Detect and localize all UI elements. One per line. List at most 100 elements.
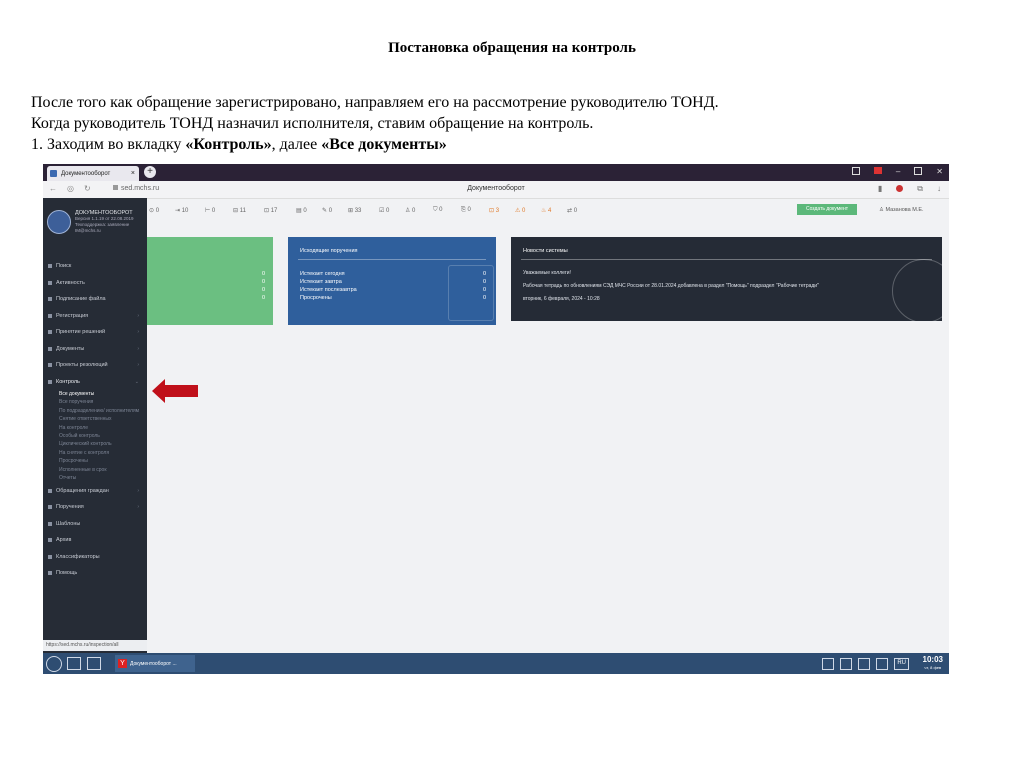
templates-icon	[48, 521, 52, 526]
status-url: https://sed.mchs.ru/inspection/all	[43, 640, 147, 651]
sidebar-item-templates[interactable]: Шаблоны	[43, 515, 147, 532]
volume-icon[interactable]	[858, 658, 871, 670]
counter-item[interactable]: ⇥ 10	[175, 207, 188, 214]
sidebar-menu: Поиск Активность Подписание файла Регист…	[43, 258, 147, 581]
sidebar-item-archive[interactable]: Архив	[43, 532, 147, 549]
sidebar-subitem[interactable]: Снятие ответственных	[43, 415, 147, 423]
bookmarks-icon[interactable]: ▮	[878, 184, 882, 194]
sidebar-subitem[interactable]: На контроле	[43, 424, 147, 432]
create-document-button[interactable]: Создать документ	[797, 204, 857, 215]
sidebar: ДОКУМЕНТООБОРОТ Версия 1.1.19 от 22.08.2…	[43, 198, 147, 653]
card-row: Истекает послезавтра 0	[300, 287, 486, 293]
counter-item[interactable]: ⊟ 11	[233, 207, 246, 214]
sidebar-subitem[interactable]: Отчеты	[43, 474, 147, 482]
user-name[interactable]: ♙ Мазанова М.Е.	[879, 207, 924, 213]
sidebar-subitem[interactable]: Все поручения	[43, 398, 147, 406]
page-title: Документооборот	[467, 185, 525, 192]
sidebar-subitem[interactable]: Просрочены	[43, 457, 147, 465]
incoming-assignments-card[interactable]: 0 0 0 0	[147, 237, 273, 325]
step-mid: , далее	[271, 136, 322, 153]
tab-close-icon[interactable]: ×	[131, 170, 135, 177]
sidebar-subitem[interactable]: Особый контроль	[43, 432, 147, 440]
clock-time: 10:03	[922, 655, 943, 664]
chevron-down-icon: ⌄	[134, 378, 139, 385]
instructions: После того как обращение зарегистрирован…	[31, 92, 719, 155]
display-icon[interactable]	[876, 658, 889, 670]
sidebar-subitem[interactable]: Исполненные в срок	[43, 466, 147, 474]
counter-item[interactable]: ☑ 0	[379, 207, 389, 214]
browser-tab[interactable]: Документооборот ×	[47, 166, 139, 181]
windows-icon[interactable]	[87, 657, 101, 670]
brand-support: Техподдержка: заявление	[75, 222, 130, 227]
outgoing-assignments-card[interactable]: Исходящие поручения Истекает сегодня 0 Ис…	[288, 237, 496, 325]
sidebar-item-documents[interactable]: Документы ›	[43, 341, 147, 358]
close-window-icon[interactable]: ✕	[936, 167, 943, 176]
window-controls: – ✕	[851, 167, 943, 176]
instruction-line-2: Когда руководитель ТОНД назначил исполни…	[31, 115, 594, 132]
sidebar-item-control[interactable]: Контроль ⌄	[43, 374, 147, 391]
counter-item[interactable]: ✎ 0	[322, 207, 332, 214]
sidebar-subitem[interactable]: По подразделению/ исполнителям	[43, 407, 147, 415]
sidebar-item-assignments[interactable]: Поручения ›	[43, 499, 147, 516]
news-date: вторник, 6 февраля, 2024 - 10:28	[523, 296, 600, 302]
download-icon[interactable]: ↓	[937, 184, 941, 194]
sidebar-item-classifiers[interactable]: Классификаторы	[43, 548, 147, 565]
documents-icon	[48, 346, 52, 351]
counter-item[interactable]: ⊢ 0	[205, 207, 215, 214]
news-greeting: Уважаемые коллеги!	[523, 270, 571, 276]
sidebar-item-search[interactable]: Поиск	[43, 258, 147, 275]
green-value: 0	[261, 287, 265, 293]
sidebar-item-decisions[interactable]: Принятие решений ›	[43, 324, 147, 341]
sidebar-item-registration[interactable]: Регистрация ›	[43, 308, 147, 325]
sidebar-subitem[interactable]: На снятие с контроля	[43, 449, 147, 457]
card-row: Истекает завтра 0	[300, 279, 486, 285]
taskbar-browser-task[interactable]: Y Документооборот ...	[115, 655, 195, 672]
counter-item[interactable]: ⊞ 33	[348, 207, 361, 214]
card-title: Исходящие поручения	[300, 248, 358, 254]
counter-item[interactable]: ⇄ 0	[567, 207, 577, 214]
sidebar-item-sign-file[interactable]: Подписание файла	[43, 291, 147, 308]
minimize-icon[interactable]: –	[896, 167, 900, 176]
system-news-card: Новости системы Уважаемые коллеги! Рабоч…	[511, 237, 942, 321]
keyboard-layout[interactable]: RU	[894, 658, 909, 670]
extension-icon[interactable]	[896, 185, 904, 192]
sidebar-item-activity[interactable]: Активность	[43, 275, 147, 292]
sidebar-item-help[interactable]: Помощь	[43, 565, 147, 582]
extensions-icon[interactable]: ⧉	[917, 184, 923, 194]
counter-item[interactable]: ⎘ 0	[461, 207, 471, 214]
counter-item[interactable]: ⛉ 0	[433, 207, 443, 214]
chevron-right-icon: ›	[137, 312, 139, 319]
news-text[interactable]: Рабочая тетрадь по обновлениям СЭД МЧС Р…	[523, 283, 819, 289]
sign-icon	[48, 297, 52, 302]
tab-title: Документооборот	[61, 170, 111, 177]
sidebar-subitem-all-documents[interactable]: Все документы	[43, 390, 147, 398]
counter-item[interactable]: ⊙ 0	[149, 207, 159, 214]
maximize-icon[interactable]	[914, 167, 923, 175]
counter-item[interactable]: ⊡ 17	[264, 207, 277, 214]
activity-icon	[48, 280, 52, 285]
counter-item[interactable]: ⊡ 3	[489, 207, 499, 214]
sidebar-item-citizen-appeals[interactable]: Обращения граждан ›	[43, 482, 147, 499]
network-icon[interactable]	[840, 658, 853, 670]
globe-icon	[892, 259, 942, 321]
resolution-icon	[48, 363, 52, 368]
step-subitem-name: «Все документы»	[321, 136, 447, 153]
counter-item[interactable]: ⚠ 0	[515, 207, 525, 214]
restore-icon[interactable]	[851, 167, 860, 175]
counter-item[interactable]: ▤ 0	[296, 207, 307, 214]
yandex-browser-icon: Y	[118, 659, 127, 668]
green-value: 0	[261, 295, 265, 301]
file-manager-icon[interactable]	[67, 657, 81, 670]
tray-arrow-icon[interactable]	[822, 658, 835, 670]
chevron-right-icon: ›	[137, 487, 139, 494]
counter-item[interactable]: ♙ 0	[405, 207, 415, 214]
system-tray: RU	[822, 658, 909, 670]
counter-item[interactable]: ♨ 4	[541, 207, 551, 214]
sidebar-subitem[interactable]: Циклический контроль	[43, 440, 147, 448]
start-menu-icon[interactable]	[46, 656, 62, 672]
new-tab-button[interactable]: +	[144, 166, 156, 178]
flag-icon[interactable]	[873, 167, 882, 174]
classifiers-icon	[48, 554, 52, 559]
clock[interactable]: 10:03 чт, 8 фев	[923, 656, 943, 672]
sidebar-item-resolutions[interactable]: Проекты резолюций ›	[43, 357, 147, 374]
